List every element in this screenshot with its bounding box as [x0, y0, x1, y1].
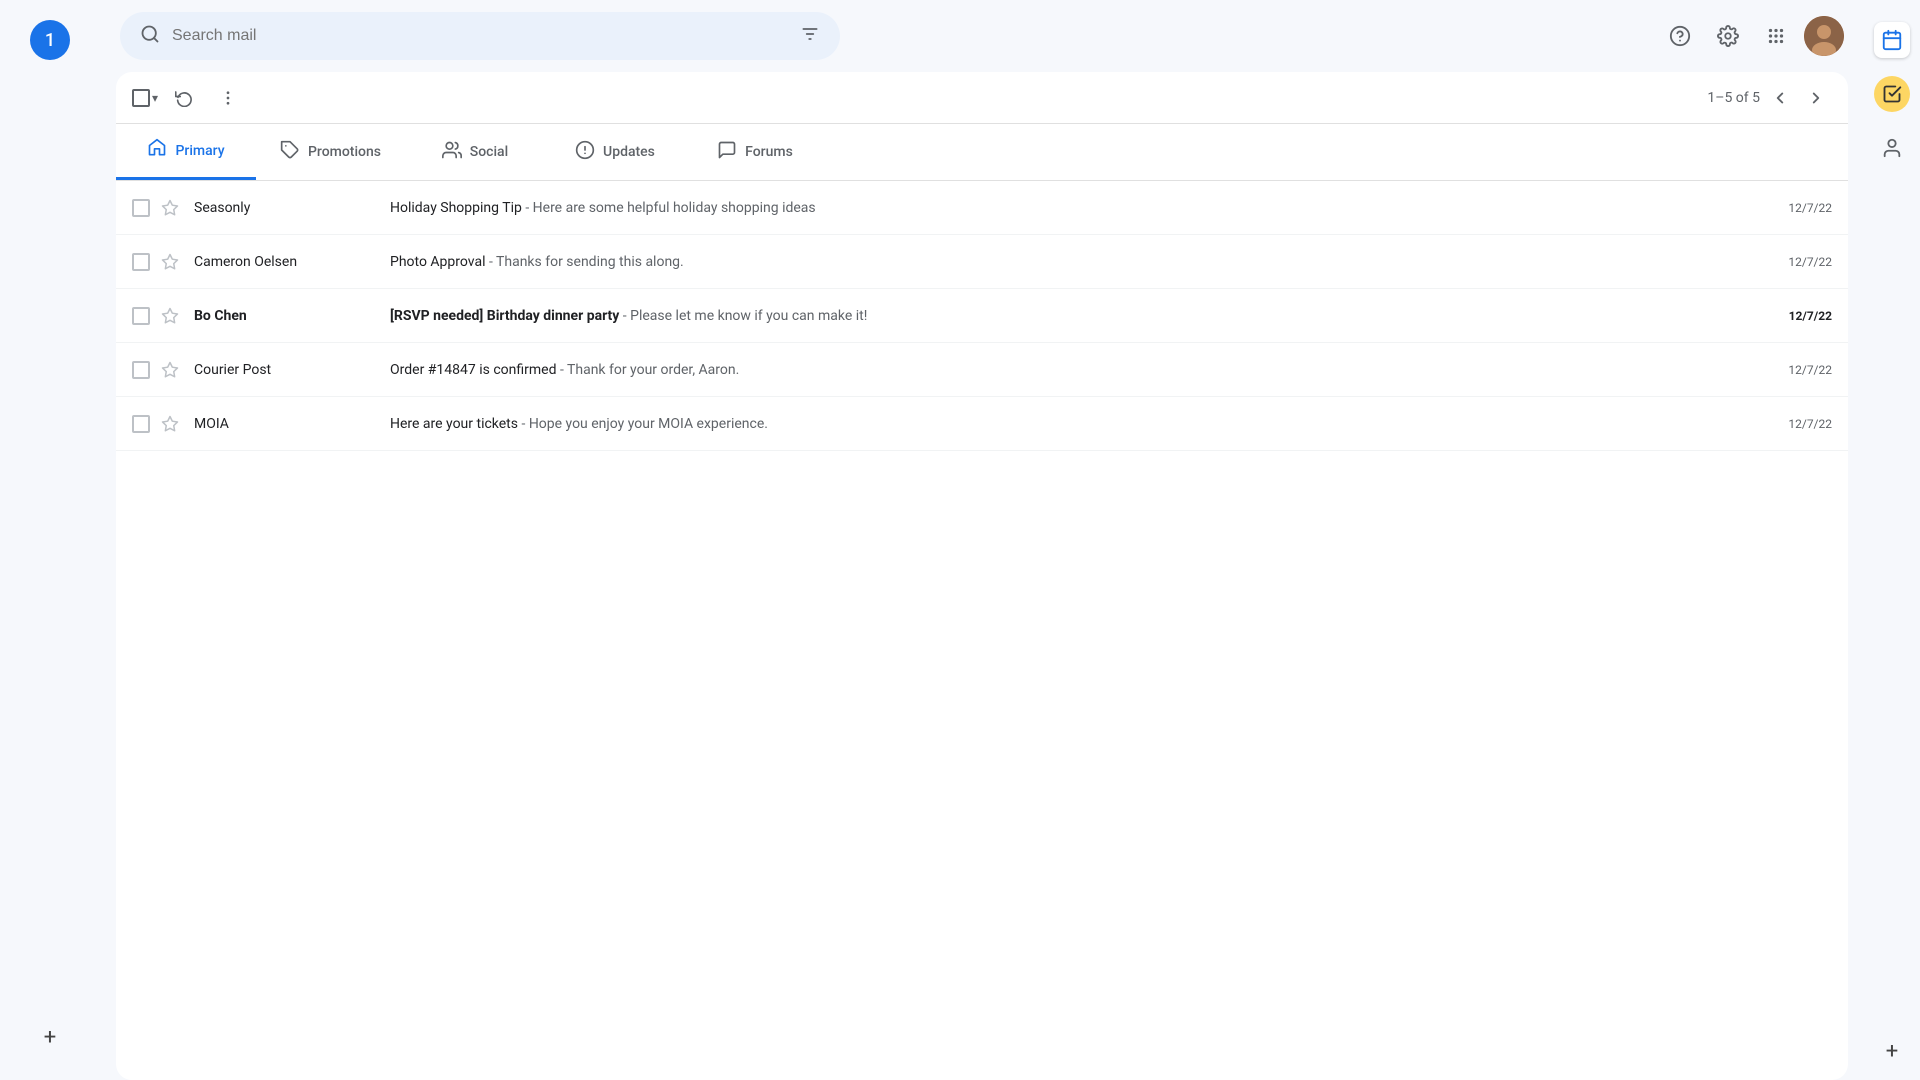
apps-button[interactable]	[1756, 16, 1796, 56]
email-date: 12/7/22	[1788, 363, 1832, 377]
search-bar[interactable]	[120, 12, 840, 60]
email-row[interactable]: MOIA Here are your tickets - Hope you en…	[116, 397, 1848, 451]
email-subject-preview: [RSVP needed] Birthday dinner party - Pl…	[390, 308, 1773, 324]
main-content: ▾ 1–5 of 5	[100, 0, 1864, 1080]
email-checkbox[interactable]	[132, 199, 150, 217]
primary-tab-icon	[147, 138, 167, 163]
email-sender: MOIA	[194, 416, 374, 432]
email-row[interactable]: Courier Post Order #14847 is confirmed -…	[116, 343, 1848, 397]
more-options-button[interactable]	[210, 80, 246, 116]
email-row[interactable]: Bo Chen [RSVP needed] Birthday dinner pa…	[116, 289, 1848, 343]
toolbar: ▾ 1–5 of 5	[116, 72, 1848, 124]
search-input[interactable]	[172, 27, 800, 45]
settings-button[interactable]	[1708, 16, 1748, 56]
toolbar-left: ▾	[132, 80, 246, 116]
tab-updates-label: Updates	[603, 144, 655, 160]
promotions-tab-icon	[280, 140, 300, 165]
search-filter-icon[interactable]	[800, 24, 820, 48]
tasks-panel-button[interactable]	[1874, 76, 1910, 112]
email-preview: - Thanks for sending this along.	[485, 254, 683, 270]
email-sender: Courier Post	[194, 362, 374, 378]
refresh-button[interactable]	[166, 80, 202, 116]
tab-forums[interactable]: Forums	[685, 124, 825, 180]
tab-primary[interactable]: Primary	[116, 124, 256, 180]
email-date: 12/7/22	[1788, 255, 1832, 269]
email-preview: - Please let me know if you can make it!	[619, 308, 867, 324]
calendar-panel-button[interactable]	[1872, 20, 1912, 60]
tab-promotions[interactable]: Promotions	[256, 124, 405, 180]
select-all-container[interactable]: ▾	[132, 89, 158, 107]
search-icon	[140, 24, 160, 49]
email-subject: Order #14847 is confirmed	[390, 362, 556, 378]
star-icon[interactable]	[158, 304, 182, 328]
email-subject: [RSVP needed] Birthday dinner party	[390, 308, 619, 324]
select-all-checkbox[interactable]	[132, 89, 150, 107]
email-row[interactable]: Cameron Oelsen Photo Approval - Thanks f…	[116, 235, 1848, 289]
social-tab-icon	[442, 140, 462, 165]
tab-promotions-label: Promotions	[308, 144, 381, 160]
email-sender: Seasonly	[194, 200, 374, 216]
email-checkbox[interactable]	[132, 415, 150, 433]
email-sender: Bo Chen	[194, 308, 374, 324]
user-avatar[interactable]	[1804, 16, 1844, 56]
tab-forums-label: Forums	[745, 144, 793, 160]
star-icon[interactable]	[158, 196, 182, 220]
email-date: 12/7/22	[1788, 201, 1832, 215]
email-subject-preview: Order #14847 is confirmed - Thank for yo…	[390, 362, 1772, 378]
email-date: 12/7/22	[1788, 417, 1832, 431]
pagination-text: 1–5 of 5	[1707, 90, 1760, 106]
star-icon[interactable]	[158, 250, 182, 274]
pagination: 1–5 of 5	[1707, 82, 1832, 114]
email-subject-preview: Here are your tickets - Hope you enjoy y…	[390, 416, 1772, 432]
email-tabs: Primary Promotions	[116, 124, 1848, 181]
email-sender: Cameron Oelsen	[194, 254, 374, 270]
select-dropdown-icon[interactable]: ▾	[152, 91, 158, 105]
email-preview: - Thank for your order, Aaron.	[556, 362, 739, 378]
email-date: 12/7/22	[1789, 309, 1832, 323]
email-preview: - Hope you enjoy your MOIA experience.	[518, 416, 768, 432]
help-button[interactable]	[1660, 16, 1700, 56]
email-preview: - Here are some helpful holiday shopping…	[522, 200, 816, 216]
tab-updates[interactable]: Updates	[545, 124, 685, 180]
contacts-panel-button[interactable]	[1872, 128, 1912, 168]
tab-social[interactable]: Social	[405, 124, 545, 180]
prev-page-button[interactable]	[1764, 82, 1796, 114]
email-row[interactable]: Seasonly Holiday Shopping Tip - Here are…	[116, 181, 1848, 235]
email-subject-preview: Photo Approval - Thanks for sending this…	[390, 254, 1772, 270]
email-subject: Here are your tickets	[390, 416, 518, 432]
tab-primary-label: Primary	[175, 143, 224, 159]
content-wrapper: ▾ 1–5 of 5	[116, 72, 1848, 1080]
header-right	[1660, 16, 1844, 56]
left-sidebar: 1 +	[0, 0, 100, 1080]
forums-tab-icon	[717, 140, 737, 165]
updates-tab-icon	[575, 140, 595, 165]
email-subject-preview: Holiday Shopping Tip - Here are some hel…	[390, 200, 1772, 216]
email-checkbox[interactable]	[132, 307, 150, 325]
tab-social-label: Social	[470, 144, 508, 160]
next-page-button[interactable]	[1800, 82, 1832, 114]
unread-count-badge: 1	[30, 20, 70, 60]
add-label-button[interactable]: +	[44, 1025, 56, 1050]
right-panel-add-button[interactable]: +	[1886, 1039, 1898, 1064]
email-checkbox[interactable]	[132, 253, 150, 271]
header	[100, 0, 1864, 72]
email-list: Seasonly Holiday Shopping Tip - Here are…	[116, 181, 1848, 1080]
email-checkbox[interactable]	[132, 361, 150, 379]
email-subject: Holiday Shopping Tip	[390, 200, 522, 216]
star-icon[interactable]	[158, 412, 182, 436]
email-subject: Photo Approval	[390, 254, 485, 270]
star-icon[interactable]	[158, 358, 182, 382]
right-panel: +	[1864, 0, 1920, 1080]
